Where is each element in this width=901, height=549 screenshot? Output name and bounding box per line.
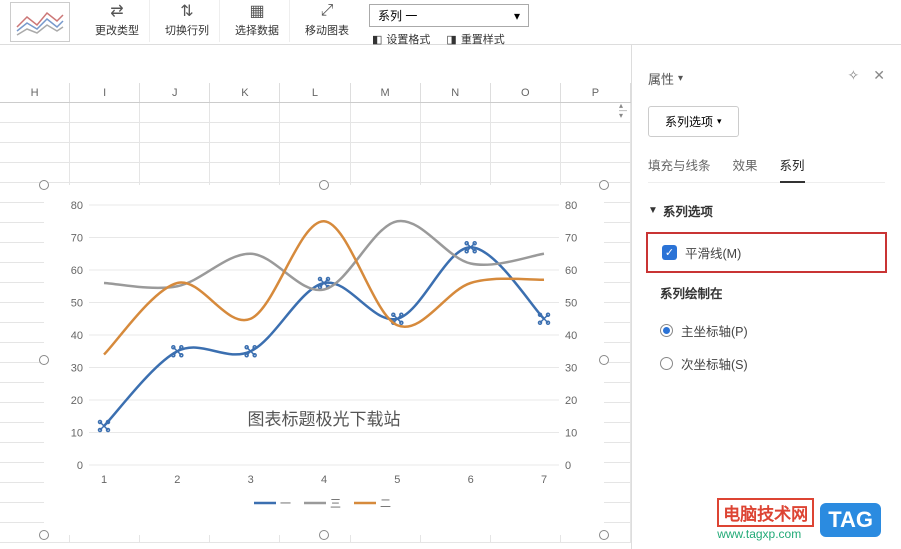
series-dropdown[interactable]: 系列 一 ▾ [369, 4, 529, 27]
properties-panel: 属性 ▾ ✧ ✕ 系列选项 ▾ 填充与线条 效果 系列 ▼ 系列选项 ✓ 平滑线… [631, 45, 901, 549]
format-icon: ◧ [372, 33, 382, 46]
section-series-options[interactable]: ▼ 系列选项 [648, 201, 885, 220]
resize-handle[interactable] [599, 530, 609, 540]
svg-text:70: 70 [71, 233, 83, 245]
column-header[interactable]: O [491, 83, 561, 102]
resize-handle[interactable] [39, 355, 49, 365]
column-header[interactable]: H [0, 83, 70, 102]
smooth-line-option[interactable]: ✓ 平滑线(M) [650, 236, 875, 269]
svg-text:图表标题极光下载站: 图表标题极光下载站 [248, 410, 401, 429]
column-header[interactable]: J [140, 83, 210, 102]
pin-icon[interactable]: ✧ [848, 67, 860, 84]
svg-text:3: 3 [248, 474, 254, 486]
chart-object[interactable]: 0 0 10 10 20 20 30 30 40 40 50 50 60 60 70 70 80 80 1 2 3 4 5 6… [44, 185, 604, 535]
section-plot-on: 系列绘制在 [660, 283, 885, 302]
toolbar: ⇄ 更改类型 ⇅ 切换行列 ▦ 选择数据 ⤢ 移动图表 系列 一 ▾ ◧设置格式… [0, 0, 901, 45]
svg-text:2: 2 [174, 474, 180, 486]
select-data-label: 选择数据 [235, 22, 279, 38]
svg-text:6: 6 [468, 474, 474, 486]
move-chart-icon: ⤢ [321, 0, 334, 22]
switch-icon: ⇅ [180, 0, 193, 22]
svg-text:80: 80 [71, 200, 83, 212]
resize-handle[interactable] [319, 180, 329, 190]
chart-plot[interactable]: 0 0 10 10 20 20 30 30 40 40 50 50 60 60 70 70 80 80 1 2 3 4 5 6… [44, 185, 604, 535]
resize-handle[interactable] [319, 530, 329, 540]
chart-type-thumbnail[interactable] [10, 2, 70, 42]
series-dropdown-label: 系列 一 [378, 7, 417, 24]
resize-handle[interactable] [39, 530, 49, 540]
svg-text:20: 20 [565, 395, 577, 407]
svg-text:一: 一 [280, 498, 291, 510]
svg-text:30: 30 [565, 363, 577, 375]
column-header[interactable]: K [210, 83, 280, 102]
watermark-title: 电脑技术网 [717, 498, 814, 527]
tab-series[interactable]: 系列 [780, 155, 805, 183]
svg-text:10: 10 [71, 428, 83, 440]
primary-axis-option[interactable]: 主坐标轴(P) [648, 314, 885, 347]
collapse-icon: ▼ [648, 205, 658, 216]
chevron-down-icon: ▾ [514, 9, 520, 23]
svg-text:60: 60 [565, 265, 577, 277]
select-data-button[interactable]: ▦ 选择数据 [225, 0, 290, 42]
svg-text:50: 50 [71, 298, 83, 310]
svg-text:三: 三 [330, 498, 341, 510]
spreadsheet-area[interactable]: HIJKLMNOP ▴—▾ 00101020203030404050506060… [0, 45, 631, 549]
tab-fill[interactable]: 填充与线条 [648, 155, 711, 174]
primary-axis-label: 主坐标轴(P) [681, 321, 748, 340]
highlight-annotation: ✓ 平滑线(M) [646, 232, 887, 273]
radio-checked-icon[interactable] [660, 324, 673, 337]
radio-icon[interactable] [660, 357, 673, 370]
move-chart-label: 移动图表 [305, 22, 349, 38]
checkbox-checked-icon[interactable]: ✓ [662, 245, 677, 260]
column-header[interactable]: I [70, 83, 140, 102]
close-icon[interactable]: ✕ [873, 67, 885, 84]
chevron-down-icon[interactable]: ▾ [678, 73, 683, 84]
resize-handle[interactable] [39, 180, 49, 190]
svg-text:1: 1 [101, 474, 107, 486]
watermark: 电脑技术网 www.tagxp.com TAG [717, 498, 881, 541]
svg-text:40: 40 [565, 330, 577, 342]
resize-handle[interactable] [599, 355, 609, 365]
smooth-line-label: 平滑线(M) [685, 243, 741, 262]
svg-text:10: 10 [565, 428, 577, 440]
watermark-url: www.tagxp.com [717, 527, 801, 541]
tag-badge: TAG [820, 503, 881, 537]
tab-effect[interactable]: 效果 [733, 155, 758, 174]
svg-text:4: 4 [321, 474, 327, 486]
svg-text:二: 二 [380, 498, 391, 510]
svg-text:40: 40 [71, 330, 83, 342]
svg-text:60: 60 [71, 265, 83, 277]
change-type-icon: ⇄ [110, 0, 123, 22]
change-type-button[interactable]: ⇄ 更改类型 [85, 0, 150, 42]
svg-text:50: 50 [565, 298, 577, 310]
svg-text:0: 0 [565, 460, 571, 472]
resize-handle[interactable] [599, 180, 609, 190]
column-header[interactable]: M [351, 83, 421, 102]
chevron-down-icon: ▾ [717, 116, 722, 127]
switch-row-col-button[interactable]: ⇅ 切换行列 [155, 0, 220, 42]
move-chart-button[interactable]: ⤢ 移动图表 [295, 0, 359, 42]
column-header[interactable]: P [561, 83, 631, 102]
svg-text:70: 70 [565, 233, 577, 245]
svg-text:20: 20 [71, 395, 83, 407]
reset-icon: ◨ [446, 33, 456, 46]
column-header[interactable]: L [280, 83, 350, 102]
secondary-axis-option[interactable]: 次坐标轴(S) [648, 347, 885, 380]
change-type-label: 更改类型 [95, 22, 139, 38]
svg-text:30: 30 [71, 363, 83, 375]
column-header[interactable]: N [421, 83, 491, 102]
svg-text:7: 7 [541, 474, 547, 486]
panel-tabs: 填充与线条 效果 系列 [648, 155, 885, 183]
secondary-axis-label: 次坐标轴(S) [681, 354, 748, 373]
switch-label: 切换行列 [165, 22, 209, 38]
svg-text:5: 5 [394, 474, 400, 486]
svg-text:0: 0 [77, 460, 83, 472]
select-data-icon: ▦ [249, 0, 264, 22]
svg-text:80: 80 [565, 200, 577, 212]
series-options-button[interactable]: 系列选项 ▾ [648, 106, 739, 137]
column-headers: HIJKLMNOP [0, 83, 631, 103]
